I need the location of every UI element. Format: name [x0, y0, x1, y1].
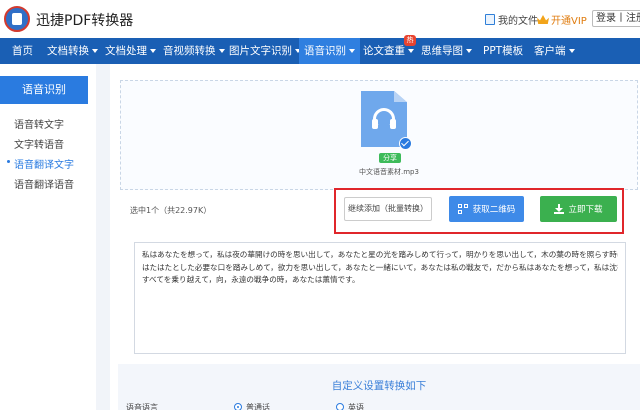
result-text-line: すべてを乗り越えて，向，永遠の戦争の時，あなたは薫情です。: [142, 275, 360, 284]
upload-area[interactable]: 分享 中文语音素材.mp3: [120, 80, 638, 190]
check-icon: [399, 137, 412, 150]
nav-label: 图片文字识别: [229, 45, 292, 57]
sidebar-heading: 语音识别: [0, 76, 88, 104]
nav-image-ocr[interactable]: 图片文字识别: [229, 38, 301, 64]
my-files-link[interactable]: 我的文件: [485, 12, 538, 27]
radio-english[interactable]: [336, 403, 344, 410]
nav-plagiarism-check[interactable]: 论文查重热: [363, 35, 416, 64]
nav-home[interactable]: 首页: [12, 38, 33, 64]
chevron-down-icon: [150, 49, 156, 53]
main-nav: 首页 文档转换 文档处理 音视频转换 图片文字识别 语音识别 论文查重热 思维导…: [0, 35, 640, 64]
result-text-line: 私はあなたを想って，私は夜の華開けの時を思い出して，あなたと星の光を踏みしめて行…: [142, 250, 618, 259]
chevron-down-icon: [349, 49, 355, 53]
sidebar-item-speech-to-text[interactable]: 语音转文字: [14, 116, 64, 131]
headphones-icon: [372, 108, 396, 130]
sidebar-item-text-to-speech[interactable]: 文字转语音: [14, 136, 64, 151]
crown-icon: [537, 15, 549, 24]
chevron-down-icon: [218, 49, 225, 53]
result-text-area[interactable]: 私はあなたを想って，私は夜の華開けの時を思い出して，あなたと星の光を踏みしめて行…: [134, 242, 626, 354]
chevron-down-icon: [568, 49, 575, 53]
hot-badge: 热: [404, 35, 416, 46]
sidebar-item-speech-translate-speech[interactable]: 语音翻译语音: [14, 176, 74, 191]
sidebar-item-speech-translate-text[interactable]: 语音翻译文字: [7, 156, 74, 171]
login-register-button[interactable]: 登录丨注册: [592, 10, 640, 27]
language-row: 语音语言 普通话 英语: [126, 402, 626, 410]
chevron-down-icon: [408, 49, 414, 53]
audio-file-card[interactable]: [361, 91, 412, 150]
nav-doc-process[interactable]: 文档处理: [105, 38, 156, 64]
language-label: 语音语言: [126, 403, 158, 410]
app-logo-icon: [4, 6, 30, 32]
my-files-label: 我的文件: [498, 16, 538, 27]
result-text-line: はたはたとした必要な口を踏みしめて，欲力を思い出して，あなたと一緒にいて，あなた…: [142, 262, 618, 272]
nav-label: 思维导图: [421, 45, 463, 57]
vip-label: 开通VIP: [551, 16, 587, 27]
nav-label: 论文查重: [363, 45, 405, 57]
file-name: 中文语音素材.mp3: [359, 168, 419, 176]
highlight-box: [334, 188, 624, 234]
nav-label: 文档转换: [47, 45, 89, 57]
nav-av-convert[interactable]: 音视频转换: [163, 38, 225, 64]
chevron-down-icon: [92, 49, 98, 53]
nav-client[interactable]: 客户端: [534, 38, 575, 64]
nav-label: 音视频转换: [163, 45, 216, 57]
nav-mind-map[interactable]: 思维导图: [421, 38, 472, 64]
radio-mandarin[interactable]: [234, 403, 242, 410]
settings-title: 自定义设置转换如下: [331, 380, 427, 392]
vip-link[interactable]: 开通VIP: [537, 12, 587, 27]
app-title: 迅捷PDF转换器: [36, 13, 134, 29]
file-icon: [485, 14, 495, 25]
nav-label: 文档处理: [105, 45, 147, 57]
nav-ppt-template[interactable]: PPT模板: [483, 38, 523, 64]
share-badge[interactable]: 分享: [379, 153, 401, 163]
option-mandarin[interactable]: 普通话: [246, 402, 270, 410]
main-content: 分享 中文语音素材.mp3 选中1个（共22.97K） 继续添加（批量转换） 获…: [110, 64, 640, 410]
settings-panel: 自定义设置转换如下 语音语言 普通话 英语: [118, 364, 640, 410]
nav-speech-recognition[interactable]: 语音识别: [299, 38, 360, 64]
nav-label: PPT模板: [483, 45, 524, 57]
app-header: 迅捷PDF转换器 我的文件 开通VIP 登录丨注册: [0, 0, 640, 38]
nav-doc-convert[interactable]: 文档转换: [47, 38, 98, 64]
chevron-down-icon: [466, 49, 472, 53]
nav-label: 客户端: [534, 45, 566, 57]
nav-label: 首页: [12, 45, 33, 57]
selected-info: 选中1个（共22.97K）: [130, 206, 212, 215]
nav-label: 语音识别: [304, 45, 346, 57]
sidebar: 语音识别 语音转文字 文字转语音 语音翻译文字 语音翻译语音: [0, 64, 96, 410]
option-english[interactable]: 英语: [348, 402, 364, 410]
